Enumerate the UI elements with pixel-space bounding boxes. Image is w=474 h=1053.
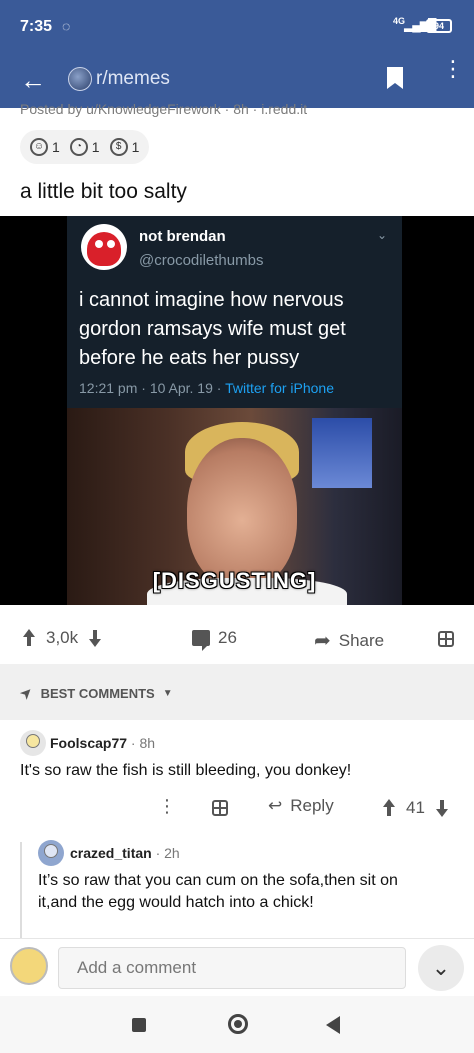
share-label: Share — [338, 630, 385, 650]
award-count: 1 — [131, 139, 140, 155]
awards-row[interactable]: ☺ 1 ◔ 1 $ 1 — [20, 130, 150, 164]
sort-label: BEST COMMENTS — [40, 685, 155, 701]
award-button[interactable] — [438, 631, 454, 647]
status-bar: 7:35 ◌ 4G ▂▄▆█ 94 — [0, 0, 474, 56]
caret-down-icon: ▼ — [162, 687, 173, 699]
comment-count: 26 — [218, 628, 237, 647]
post-meta: Posted by u/KnowledgeFirework · 8h · i.r… — [20, 104, 308, 117]
award-item: ☺ 1 — [30, 138, 60, 156]
meme-caption: [DISGUSTING] — [152, 568, 317, 593]
reply-button[interactable]: ↩ Reply — [268, 796, 334, 816]
tweet-screenshot: not brendan @crocodilethumbs ⌄ i cannot … — [67, 216, 402, 408]
award-item: $ 1 — [109, 138, 140, 156]
award-icon: ◔ — [69, 138, 88, 156]
comment-composer: Add a comment ⌄ — [0, 938, 474, 996]
back-icon[interactable] — [326, 1016, 340, 1034]
bookmark-icon[interactable] — [386, 66, 404, 90]
subreddit-avatar[interactable] — [68, 67, 92, 91]
comment-body: It’s so raw that you can cum on the sofa… — [38, 872, 398, 911]
award-icon: $ — [109, 138, 128, 156]
downvote-icon[interactable] — [86, 629, 104, 647]
vote-group: 3,0k — [20, 628, 104, 648]
more-options-icon[interactable]: ⋮ — [158, 796, 176, 817]
status-time: 7:35 — [20, 18, 53, 35]
chevrons-down-icon[interactable]: ⌄ — [418, 945, 464, 991]
comment-score: 41 — [406, 798, 425, 817]
meme-photo: [DISGUSTING] — [67, 408, 402, 605]
award-item: ◔ 1 — [69, 138, 100, 156]
downvote-icon[interactable] — [433, 799, 451, 817]
comment-icon — [192, 630, 210, 651]
post-image[interactable]: not brendan @crocodilethumbs ⌄ i cannot … — [0, 216, 474, 605]
avatar — [10, 947, 48, 985]
comments-button[interactable]: 26 — [192, 628, 237, 651]
comment-actions: ⋮ ↩ Reply 41 — [0, 790, 474, 830]
avatar[interactable] — [38, 840, 64, 866]
home-icon[interactable] — [228, 1014, 248, 1034]
share-icon: ➦ — [314, 630, 331, 652]
post-action-bar: 3,0k 26 ➦ Share — [0, 614, 474, 664]
app-bar: ← r/memes ⋮ — [0, 56, 474, 108]
whatsapp-icon: ◌ — [62, 18, 71, 34]
vote-group: 41 — [380, 798, 451, 818]
add-comment-input[interactable]: Add a comment — [58, 947, 406, 989]
recents-icon[interactable] — [132, 1018, 146, 1032]
tweet-handle: @crocodilethumbs — [139, 252, 264, 269]
share-button[interactable]: ➦ Share — [314, 628, 384, 653]
back-arrow-icon[interactable]: ← — [20, 66, 48, 94]
award-count: 1 — [91, 139, 100, 155]
comment-username[interactable]: crazed_titan · 2h — [70, 845, 180, 861]
comment-body: It's so raw the fish is still bleeding, … — [20, 762, 352, 779]
post-score: 3,0k — [46, 628, 79, 647]
battery-level: 94 — [426, 19, 452, 33]
upvote-icon[interactable] — [20, 629, 38, 647]
avatar[interactable] — [20, 730, 46, 756]
system-nav-bar — [0, 996, 474, 1053]
post-title: a little bit too salty — [20, 180, 187, 203]
rocket-icon: ➤ — [16, 682, 38, 704]
tweet-name: not brendan — [139, 228, 226, 245]
gift-icon[interactable] — [212, 800, 228, 816]
reply-icon: ↩ — [268, 796, 283, 815]
sort-dropdown[interactable]: ➤ BEST COMMENTS ▼ — [16, 683, 173, 704]
award-icon: ☺ — [30, 138, 48, 156]
upvote-icon[interactable] — [380, 799, 398, 817]
tweet-meta: 12:21 pm · 10 Apr. 19 · Twitter for iPho… — [79, 380, 334, 396]
tweet-text: i cannot imagine how nervous gordon rams… — [79, 289, 346, 369]
chevron-down-icon: ⌄ — [377, 228, 388, 242]
comment-username[interactable]: Foolscap77 · 8h — [50, 735, 155, 751]
comment-sort-bar: ➤ BEST COMMENTS ▼ — [0, 664, 474, 720]
tweet-avatar — [81, 224, 127, 270]
reply-label: Reply — [290, 796, 334, 815]
more-options-icon[interactable]: ⋮ — [442, 58, 464, 80]
gift-icon — [438, 631, 454, 647]
comment: crazed_titan · 2h It’s so raw that you c… — [0, 830, 474, 940]
subreddit-name[interactable]: r/memes — [96, 68, 170, 90]
award-count: 1 — [52, 139, 60, 155]
